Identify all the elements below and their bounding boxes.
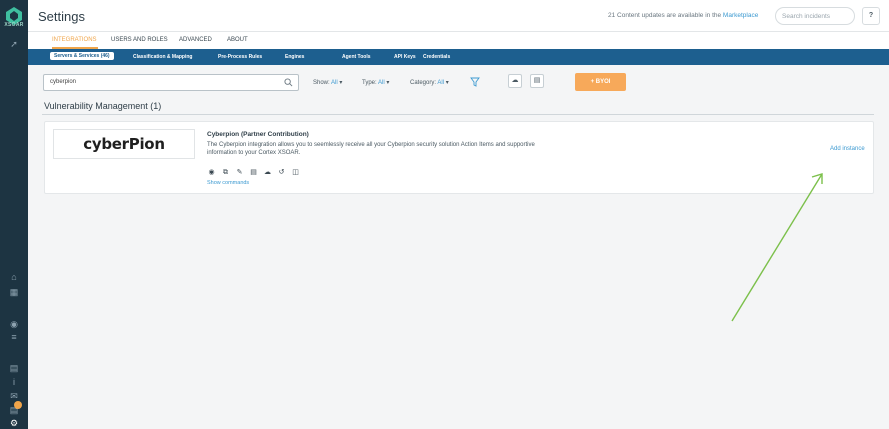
book-icon[interactable]: ▤ bbox=[8, 362, 20, 374]
subtab-servers-services[interactable]: Servers & Services (46) bbox=[50, 52, 114, 60]
integration-actions: ◉ ⧉ ✎ ▤ ☁ ↺ ◫ bbox=[207, 168, 300, 177]
incident-search-input[interactable]: Search incidents bbox=[775, 7, 855, 25]
top-header: Settings 21 Content updates are availabl… bbox=[28, 0, 889, 32]
help-button[interactable]: ? bbox=[862, 7, 880, 25]
integration-logo: cyberPion bbox=[53, 129, 195, 159]
filter-funnel-icon[interactable] bbox=[470, 77, 480, 87]
tab-users-and-roles[interactable]: USERS AND ROLES bbox=[111, 37, 168, 43]
tab-advanced[interactable]: ADVANCED bbox=[179, 37, 212, 43]
history-icon[interactable]: ↺ bbox=[277, 168, 286, 177]
eye-icon[interactable]: ◉ bbox=[207, 168, 216, 177]
integration-card: cyberPion Cyberpion (Partner Contributio… bbox=[44, 121, 874, 194]
integration-description: The Cyberpion integration allows you to … bbox=[207, 142, 535, 156]
tab-about[interactable]: ABOUT bbox=[227, 37, 248, 43]
subtab-engines[interactable]: Engines bbox=[285, 54, 304, 60]
subtab-pre-process-rules[interactable]: Pre-Process Rules bbox=[218, 54, 262, 60]
copy-icon[interactable]: ⧉ bbox=[221, 168, 230, 177]
cloud-upload-icon: ☁ bbox=[511, 77, 519, 84]
gear-icon[interactable]: ⚙ bbox=[8, 417, 20, 429]
integration-name: Cyberpion (Partner Contribution) bbox=[207, 131, 309, 138]
content-updates-notice: 21 Content updates are available in the … bbox=[608, 12, 758, 19]
edit-icon[interactable]: ✎ bbox=[235, 168, 244, 177]
delete-icon[interactable]: ▤ bbox=[249, 168, 258, 177]
trash-icon: ▤ bbox=[533, 77, 541, 84]
type-label: Type: bbox=[362, 80, 377, 86]
tab-integrations[interactable]: INTEGRATIONS bbox=[52, 37, 97, 43]
type-value: All bbox=[378, 80, 385, 86]
notification-badge bbox=[14, 401, 22, 409]
delete-button[interactable]: ▤ bbox=[530, 74, 544, 88]
pin-icon[interactable]: ➚ bbox=[8, 38, 20, 50]
calendar-icon[interactable]: ▦ bbox=[8, 286, 20, 298]
category-label: Category: bbox=[410, 80, 437, 86]
search-icon[interactable] bbox=[284, 78, 293, 87]
show-label: Show: bbox=[313, 80, 330, 86]
search-value: cyberpion bbox=[50, 79, 77, 85]
upload-icon[interactable]: ☁ bbox=[263, 168, 272, 177]
upload-button[interactable]: ☁ bbox=[508, 74, 522, 88]
radar-icon[interactable]: ◉ bbox=[8, 318, 20, 330]
show-filter-dropdown[interactable]: Show: All ▾ bbox=[313, 79, 342, 86]
subtab-credentials[interactable]: Credentials bbox=[423, 54, 450, 60]
byoi-button[interactable]: + BYOI bbox=[575, 73, 626, 91]
info-icon[interactable]: i bbox=[8, 376, 20, 388]
sub-tabs: Servers & Services (46) Classification &… bbox=[28, 49, 889, 65]
category-filter-dropdown[interactable]: Category: All ▾ bbox=[410, 79, 449, 86]
marketplace-link[interactable]: Marketplace bbox=[723, 12, 758, 19]
show-commands-link[interactable]: Show commands bbox=[207, 180, 249, 186]
nav-rail: XSOAR ➚ ⌂ ▦ ◉ ≡ ▤ i ✉ ▤ ⚙ bbox=[0, 0, 28, 429]
integration-logo-text: cyberPion bbox=[83, 135, 165, 153]
page-title: Settings bbox=[38, 9, 85, 24]
section-title: Vulnerability Management (1) bbox=[44, 101, 162, 111]
chevron-down-icon: ▾ bbox=[386, 80, 390, 86]
chevron-down-icon: ▾ bbox=[445, 80, 449, 86]
instances-icon[interactable]: ◫ bbox=[291, 168, 300, 177]
subtab-classification-mapping[interactable]: Classification & Mapping bbox=[133, 54, 192, 60]
add-instance-button[interactable]: Add instance bbox=[830, 146, 865, 152]
type-filter-dropdown[interactable]: Type: All ▾ bbox=[362, 79, 389, 86]
layers-icon[interactable]: ≡ bbox=[8, 331, 20, 343]
show-value: All bbox=[331, 80, 338, 86]
subtab-api-keys[interactable]: API Keys bbox=[394, 54, 416, 60]
category-value: All bbox=[437, 80, 445, 86]
updates-text: 21 Content updates are available in the bbox=[608, 12, 722, 19]
chevron-down-icon: ▾ bbox=[339, 80, 343, 86]
main-tabs: INTEGRATIONS USERS AND ROLES ADVANCED AB… bbox=[28, 32, 889, 49]
logo-text: XSOAR bbox=[4, 22, 24, 28]
integration-search-input[interactable]: cyberpion bbox=[43, 74, 299, 91]
home-icon[interactable]: ⌂ bbox=[8, 271, 20, 283]
section-divider bbox=[42, 114, 874, 115]
subtab-agent-tools[interactable]: Agent Tools bbox=[342, 54, 371, 60]
